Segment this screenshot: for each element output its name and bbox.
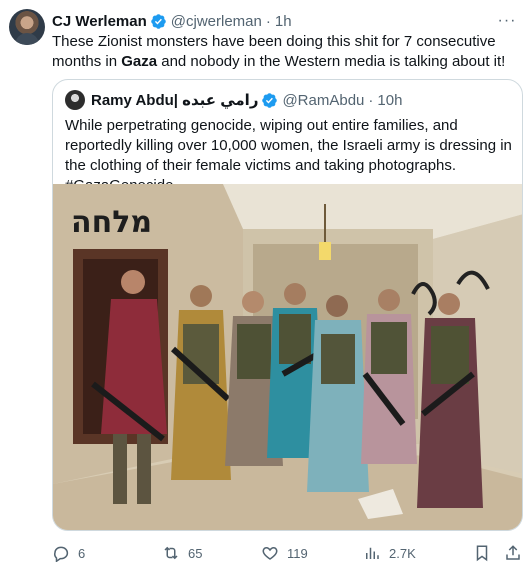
repost-icon <box>164 546 178 560</box>
repost-count: 65 <box>188 545 203 561</box>
author-avatar[interactable] <box>9 9 45 45</box>
tweet-time[interactable]: 1h <box>275 13 292 30</box>
heart-icon <box>262 546 278 560</box>
author-name[interactable]: CJ Werleman <box>52 13 147 30</box>
bookmark-button[interactable] <box>473 542 499 564</box>
tweet-text: These Zionist monsters have been doing t… <box>52 32 524 72</box>
like-button[interactable]: 119 <box>261 542 308 564</box>
views-chart-icon <box>366 547 379 559</box>
quoted-author-name: Ramy Abdu| رامي عبده <box>91 92 259 109</box>
reply-button[interactable]: 6 <box>52 542 85 564</box>
quoted-avatar <box>65 90 85 110</box>
views-count: 2.7K <box>389 545 416 561</box>
like-count: 119 <box>287 545 308 561</box>
tweet-text-part2: and nobody in the Western media is talki… <box>157 53 506 70</box>
quoted-header: Ramy Abdu| رامي عبده @RamAbdu · 10h <box>65 90 402 110</box>
share-icon <box>506 545 520 560</box>
tweet[interactable]: CJ Werleman @cjwerleman · 1h ··· These Z… <box>0 0 532 569</box>
quoted-verified-badge-icon <box>262 92 278 108</box>
quoted-time: 10h <box>377 91 403 109</box>
author-handle[interactable]: @cjwerleman <box>171 13 262 30</box>
verified-badge-icon <box>151 13 166 29</box>
bookmark-icon <box>476 545 488 562</box>
tweet-text-bold[interactable]: Gaza <box>121 53 157 70</box>
quoted-tweet[interactable]: Ramy Abdu| رامي عبده @RamAbdu · 10h Whil… <box>52 79 523 531</box>
tweet-header: CJ Werleman @cjwerleman · 1h ··· <box>52 11 522 31</box>
quoted-author-handle: @RamAbdu <box>282 91 365 109</box>
more-horizontal-icon[interactable]: ··· <box>496 11 518 31</box>
photo-graffiti: מלחה <box>71 205 152 240</box>
repost-button[interactable]: 65 <box>162 542 202 564</box>
reply-count: 6 <box>78 545 86 561</box>
quoted-photo[interactable]: מלחה <box>53 184 523 531</box>
share-button[interactable] <box>504 542 530 564</box>
separator: · <box>265 12 271 30</box>
quoted-separator: · <box>368 91 374 109</box>
reply-icon <box>54 546 69 562</box>
views-button[interactable]: 2.7K <box>363 542 416 564</box>
action-bar: 6 65 119 2.7K <box>52 542 524 564</box>
